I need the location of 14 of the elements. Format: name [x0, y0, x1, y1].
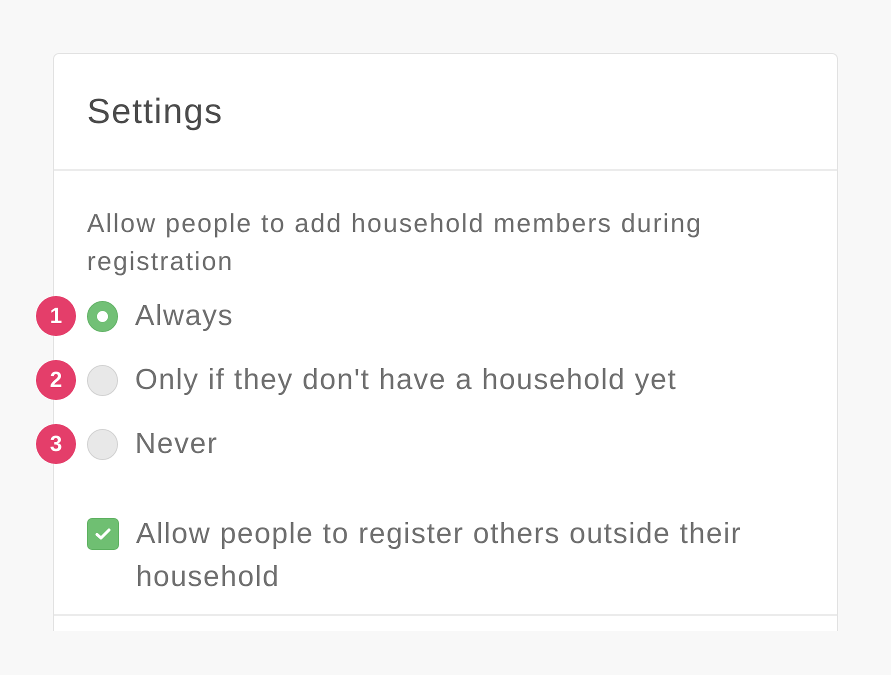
radio-button[interactable]: [87, 300, 118, 332]
number-badge: 1: [36, 296, 76, 336]
number-badge: 3: [36, 424, 76, 464]
card-title: Settings: [87, 91, 224, 133]
question-label: Allow people to add household members during registration: [87, 207, 704, 278]
checkbox[interactable]: [87, 518, 119, 550]
number-badge: 2: [36, 360, 76, 400]
checkbox-label: Allow people to register others outside their household: [136, 517, 743, 595]
option-label: Never: [135, 427, 218, 462]
radio-button[interactable]: [87, 364, 118, 396]
option-label: Only if they don't have a household yet: [135, 363, 677, 398]
check-icon: [95, 528, 111, 540]
radio-button[interactable]: [87, 428, 118, 460]
option-label: Always: [135, 299, 234, 334]
